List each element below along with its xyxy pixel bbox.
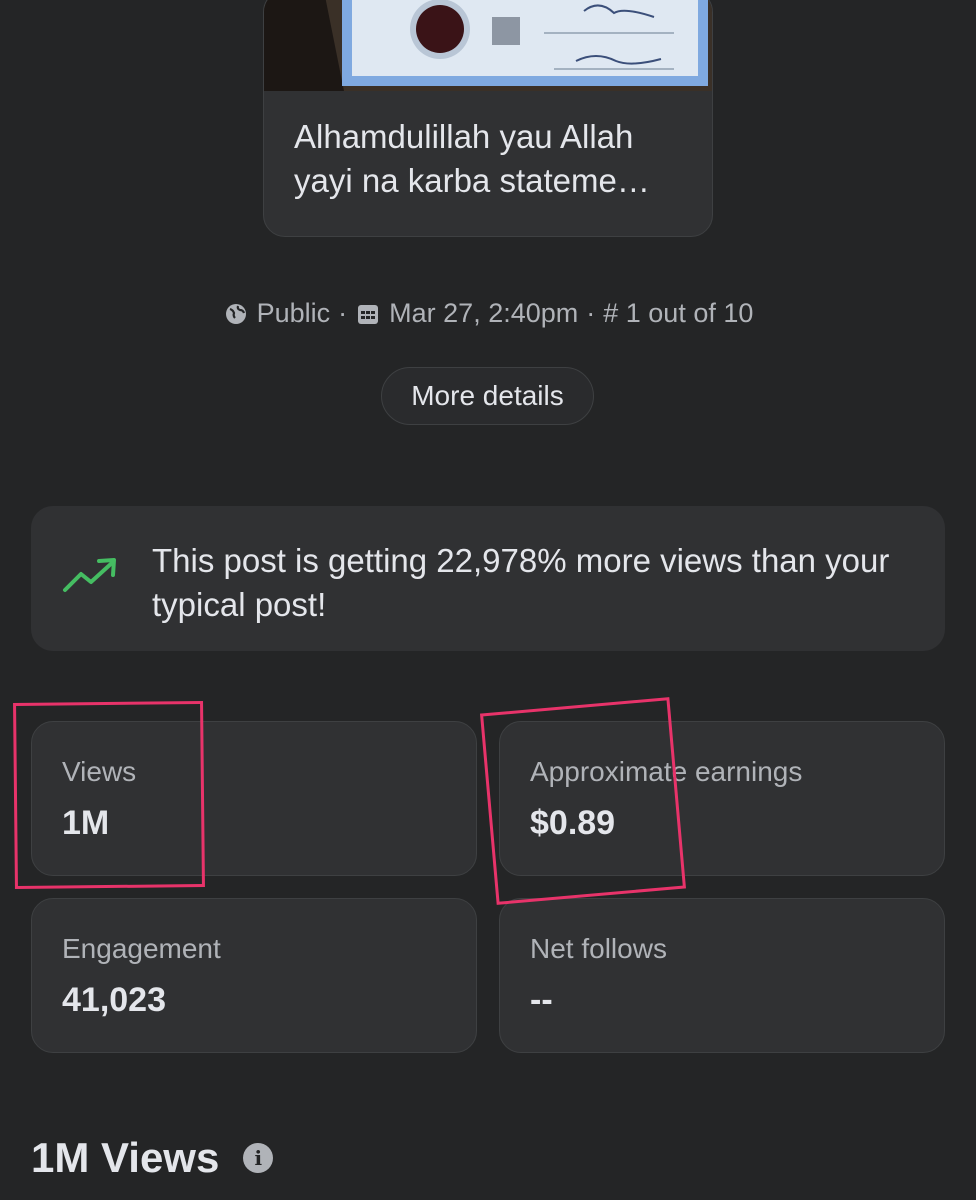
views-section-title: 1M Views (31, 1134, 220, 1181)
meta-separator: · (338, 298, 348, 328)
post-date: Mar 27, 2:40pm (389, 298, 579, 328)
post-caption: Alhamdulillah yau Allah yayi na karba st… (294, 118, 650, 199)
post-meta-row: Public · Mar 27, 2:40pm · # 1 out of 10 (0, 298, 976, 329)
engagement-stat-card[interactable]: Engagement 41,023 (31, 898, 477, 1053)
post-rank: # 1 out of 10 (603, 298, 754, 328)
earnings-highlight-box (479, 697, 687, 905)
performance-banner-text: This post is getting 22,978% more views … (152, 542, 890, 623)
audience-label: Public (256, 298, 331, 328)
views-highlight-box (13, 701, 205, 889)
info-icon[interactable]: i (243, 1143, 274, 1173)
net-follows-stat-card[interactable]: Net follows -- (499, 898, 945, 1053)
trending-up-icon (61, 556, 119, 601)
stat-value: 41,023 (62, 981, 166, 1019)
views-section-header: 1M Views i (31, 1134, 274, 1182)
post-preview-card[interactable]: Alhamdulillah yau Allah yayi na karba st… (263, 0, 713, 237)
stat-label: Engagement (62, 933, 221, 964)
meta-separator: · (586, 298, 596, 328)
calendar-icon (355, 301, 381, 327)
performance-banner: This post is getting 22,978% more views … (31, 506, 945, 651)
stat-label: Net follows (530, 933, 667, 964)
globe-icon (223, 301, 249, 327)
more-details-button[interactable]: More details (381, 367, 594, 425)
post-thumbnail (264, 0, 712, 91)
stat-value: -- (530, 981, 553, 1019)
